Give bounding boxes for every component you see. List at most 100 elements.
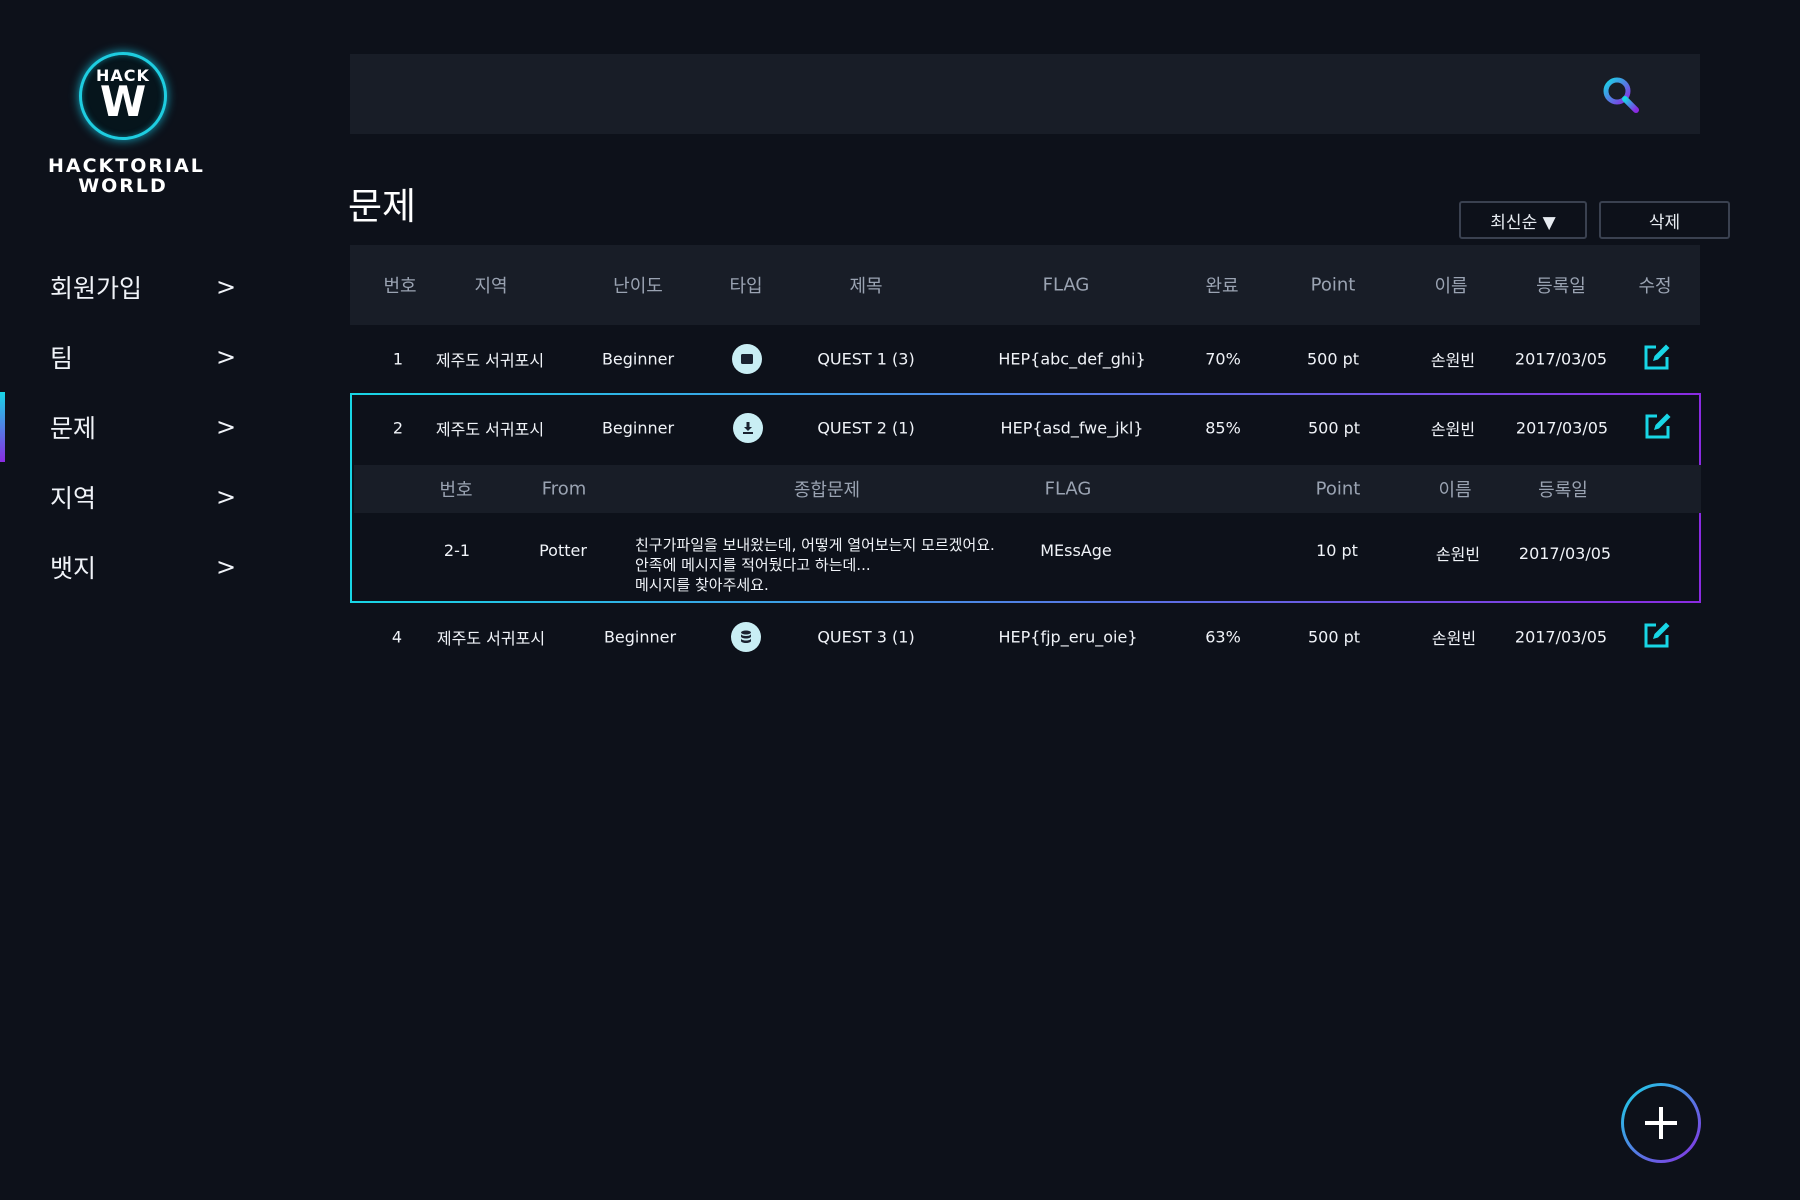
sidebar-item-signup[interactable]: 회원가입 >	[0, 252, 300, 322]
sub-row-flag: MEssAge	[1040, 541, 1112, 560]
sidebar-item-label: 회원가입	[50, 274, 143, 303]
row-date: 2017/03/05	[1514, 627, 1608, 647]
logo-badge-icon: HACK W	[79, 52, 167, 140]
sub-column-header-name: 이름	[1438, 480, 1472, 501]
row-name: 손원빈	[1430, 420, 1476, 439]
row-name: 손원빈	[1430, 351, 1476, 370]
search-icon	[1603, 77, 1639, 113]
edit-button[interactable]	[1642, 342, 1672, 376]
row-date: 2017/03/05	[1514, 349, 1608, 369]
row-title[interactable]: QUEST 3 (1)	[817, 628, 914, 647]
sub-row-description-line: 안족에 메시지를 적어뒀다고 하는데...	[635, 556, 871, 574]
table-row[interactable]: 4 제주도 서귀포시 Beginner QUEST 3 (1) HEP{fjp_…	[350, 603, 1700, 671]
problems-table: 번호 지역 난이도 타입 제목 FLAG 완료 Point 이름 등록일 수정 …	[350, 245, 1700, 393]
row-completion: 63%	[1205, 627, 1241, 647]
file-icon	[732, 344, 762, 374]
sub-row-description: 친구가파일을 보내왔는데, 어떻게 열어보는지 모르겠어요. 안족에 메시지를 …	[635, 535, 995, 595]
sub-column-header-date: 등록일	[1538, 480, 1588, 501]
edit-icon	[1645, 413, 1671, 439]
column-header-date[interactable]: 등록일	[1536, 272, 1586, 298]
page-title: 문제	[348, 185, 417, 228]
chevron-right-icon: >	[216, 553, 237, 581]
edit-icon	[1644, 344, 1670, 370]
column-header-type[interactable]: 타입	[729, 272, 762, 298]
chevron-right-icon: >	[216, 483, 237, 511]
row-point: 500 pt	[1307, 627, 1361, 647]
sidebar-item-label: 지역	[50, 484, 97, 513]
row-name: 손원빈	[1431, 629, 1477, 648]
sidebar-item-badge[interactable]: 뱃지 >	[0, 532, 300, 602]
column-header-difficulty[interactable]: 난이도	[613, 272, 663, 298]
sub-row-description-line: 메시지를 찾아주세요.	[635, 576, 769, 594]
row-difficulty: Beginner	[601, 349, 675, 369]
plus-icon	[1645, 1107, 1677, 1139]
column-header-name[interactable]: 이름	[1434, 272, 1467, 298]
column-header-title[interactable]: 제목	[849, 272, 882, 298]
column-header-flag[interactable]: FLAG	[1043, 275, 1090, 296]
chevron-right-icon: >	[216, 273, 237, 301]
logo[interactable]: HACK W HACKTORIAL WORLD	[48, 52, 205, 197]
row-no: 2	[392, 418, 404, 438]
row-region: 제주도 서귀포시	[435, 351, 545, 370]
sub-column-header-desc: 종합문제	[793, 480, 861, 501]
row-region: 제주도 서귀포시	[435, 420, 545, 439]
row-completion: 70%	[1205, 349, 1241, 369]
sub-column-header-from: From	[541, 478, 587, 500]
search-bar[interactable]	[350, 54, 1700, 134]
sub-row-description-line: 친구가파일을 보내왔는데, 어떻게 열어보는지 모르겠어요.	[635, 536, 995, 554]
sub-column-header-point: Point	[1315, 478, 1361, 500]
row-no: 4	[391, 627, 403, 647]
edit-icon	[1644, 622, 1670, 648]
row-completion: 85%	[1205, 418, 1241, 438]
column-header-region[interactable]: 지역	[474, 272, 507, 298]
row-region: 제주도 서귀포시	[436, 629, 546, 648]
database-icon	[731, 622, 761, 652]
column-header-edit: 수정	[1638, 276, 1672, 297]
sidebar-item-label: 뱃지	[50, 554, 97, 583]
edit-button[interactable]	[1643, 411, 1673, 445]
row-difficulty: Beginner	[603, 627, 677, 647]
sidebar-item-region[interactable]: 지역 >	[0, 462, 300, 532]
sub-table-header: 번호 From 종합문제 FLAG Point 이름 등록일	[354, 465, 1701, 513]
sub-column-header-flag: FLAG	[1044, 478, 1092, 500]
table-row[interactable]: 1 제주도 서귀포시 Beginner QUEST 1 (3) HEP{abc_…	[350, 325, 1700, 393]
sidebar-item-team[interactable]: 팀 >	[0, 322, 300, 392]
sub-column-header-no: 번호	[439, 480, 473, 501]
row-flag: HEP{asd_fwe_jkl}	[1000, 418, 1144, 438]
logo-badge-letter: W	[99, 77, 147, 126]
column-header-point[interactable]: Point	[1311, 275, 1356, 296]
column-header-no[interactable]: 번호	[383, 272, 416, 298]
sidebar-item-label: 팀	[50, 344, 74, 373]
row-date: 2017/03/05	[1515, 418, 1609, 438]
row-type	[732, 344, 762, 374]
row-title[interactable]: QUEST 1 (3)	[817, 350, 914, 369]
row-type	[731, 622, 761, 652]
column-header-completion[interactable]: 완료	[1205, 272, 1238, 298]
sidebar-item-label: 문제	[50, 414, 97, 443]
sidebar-nav: 회원가입 > 팀 > 문제 > 지역 > 뱃지 >	[0, 252, 300, 602]
edit-button[interactable]	[1642, 620, 1672, 654]
row-point: 500 pt	[1306, 349, 1360, 369]
row-flag: HEP{abc_def_ghi}	[998, 349, 1146, 369]
sub-row-date: 2017/03/05	[1518, 544, 1612, 563]
chevron-right-icon: >	[216, 343, 237, 371]
expanded-row: 2 제주도 서귀포시 Beginner QUEST 2 (1) HEP{asd_…	[350, 393, 1701, 603]
brand-name: HACKTORIAL WORLD	[48, 155, 205, 197]
sort-dropdown[interactable]: 최신순 ▼	[1459, 201, 1587, 239]
row-difficulty: Beginner	[601, 418, 675, 438]
table-header: 번호 지역 난이도 타입 제목 FLAG 완료 Point 이름 등록일 수정	[350, 245, 1700, 325]
sub-row-name: 손원빈	[1435, 545, 1481, 564]
row-flag: HEP{fjp_eru_oie}	[998, 627, 1138, 647]
row-no: 1	[392, 349, 404, 369]
table-row[interactable]: 2 제주도 서귀포시 Beginner QUEST 2 (1) HEP{asd_…	[352, 395, 1702, 461]
add-problem-button[interactable]	[1621, 1083, 1701, 1163]
chevron-right-icon: >	[216, 413, 237, 441]
row-point: 500 pt	[1307, 418, 1361, 438]
sub-row-from: Potter	[539, 541, 587, 560]
sidebar-item-problems[interactable]: 문제 >	[0, 392, 300, 462]
delete-button[interactable]: 삭제	[1599, 201, 1730, 239]
search-button[interactable]	[1602, 76, 1640, 114]
row-title[interactable]: QUEST 2 (1)	[817, 419, 914, 438]
sub-table-row[interactable]: 2-1 Potter 친구가파일을 보내왔는데, 어떻게 열어보는지 모르겠어요…	[354, 513, 1701, 603]
sub-row-point: 10 pt	[1316, 541, 1358, 560]
